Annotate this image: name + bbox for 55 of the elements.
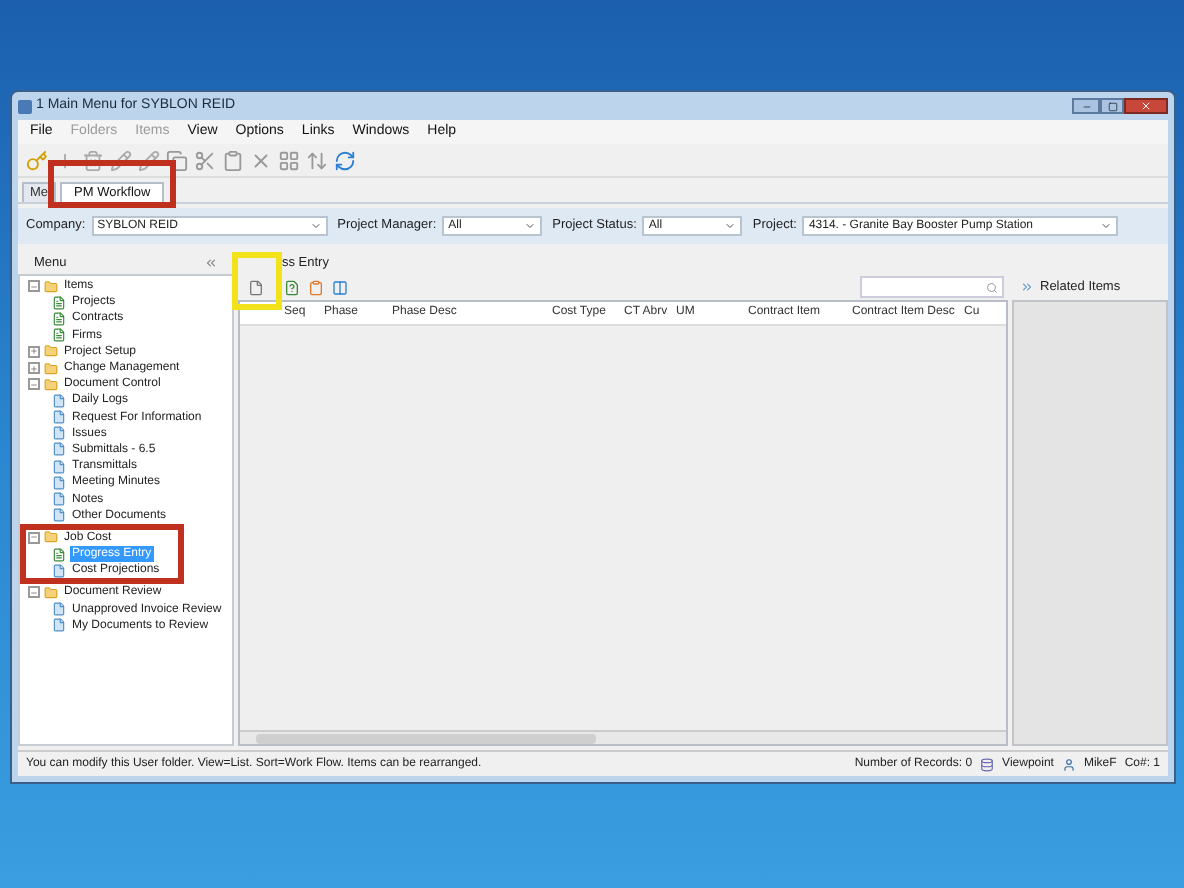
form-icon <box>52 547 66 562</box>
collapse-toggle[interactable] <box>28 586 40 599</box>
toolbar-button[interactable] <box>82 149 104 171</box>
dropdown-caret-icon <box>724 220 737 232</box>
toolbar-button[interactable] <box>138 149 160 171</box>
search-icon <box>986 281 998 293</box>
key-icon <box>26 149 48 171</box>
toolbar-button[interactable] <box>278 149 300 171</box>
folder-icon <box>44 530 58 545</box>
close-button[interactable] <box>1124 98 1168 114</box>
toolbar-button[interactable] <box>26 149 48 171</box>
delete-icon <box>82 149 104 171</box>
toolbar-button[interactable] <box>194 149 216 171</box>
expand-toggle[interactable] <box>28 345 40 358</box>
collapse-panel-icon[interactable] <box>204 256 218 270</box>
toolbar-button[interactable] <box>306 149 328 171</box>
close-icon <box>1140 100 1152 112</box>
expand-toggle[interactable] <box>28 362 40 375</box>
minimize-button[interactable] <box>1072 98 1100 114</box>
user-icon <box>1061 757 1076 771</box>
dropdown-caret-icon <box>309 220 322 232</box>
clipboard-icon <box>222 149 244 171</box>
toolbar-button[interactable] <box>250 149 272 171</box>
folder-icon <box>44 585 58 600</box>
toolbar-button[interactable] <box>222 149 244 171</box>
toolbar-button[interactable] <box>110 149 132 171</box>
clipboard-icon[interactable] <box>308 279 324 295</box>
copy-icon <box>166 149 188 171</box>
help-icon[interactable] <box>284 279 300 295</box>
folder-icon <box>44 279 58 294</box>
collapse-toggle[interactable] <box>28 280 40 293</box>
toolbar-button[interactable] <box>166 149 188 171</box>
dropdown-caret-icon <box>1100 220 1113 232</box>
maximize-icon <box>1107 101 1117 111</box>
document-icon <box>52 563 66 578</box>
collapse-toggle[interactable] <box>28 531 40 544</box>
new-record-icon[interactable] <box>248 279 264 295</box>
minimize-icon <box>1081 101 1091 111</box>
horizontal-scrollbar[interactable] <box>240 730 1006 744</box>
maximize-button[interactable] <box>1100 98 1124 114</box>
app-icon <box>18 99 32 113</box>
expand-panel-icon[interactable] <box>1020 280 1034 294</box>
database-icon <box>980 757 995 771</box>
edit-icon <box>138 149 160 171</box>
columns-icon[interactable] <box>332 279 348 295</box>
close-icon <box>250 149 272 171</box>
edit-icon <box>110 149 132 171</box>
collapse-toggle[interactable] <box>28 378 40 391</box>
dropdown-caret-icon <box>524 220 537 232</box>
search-field[interactable] <box>860 276 1004 298</box>
scissors-icon <box>194 149 216 171</box>
sort-icon <box>306 149 328 171</box>
toolbar-button[interactable] <box>334 149 356 171</box>
refresh-icon <box>334 149 356 171</box>
grid-icon <box>278 149 300 171</box>
